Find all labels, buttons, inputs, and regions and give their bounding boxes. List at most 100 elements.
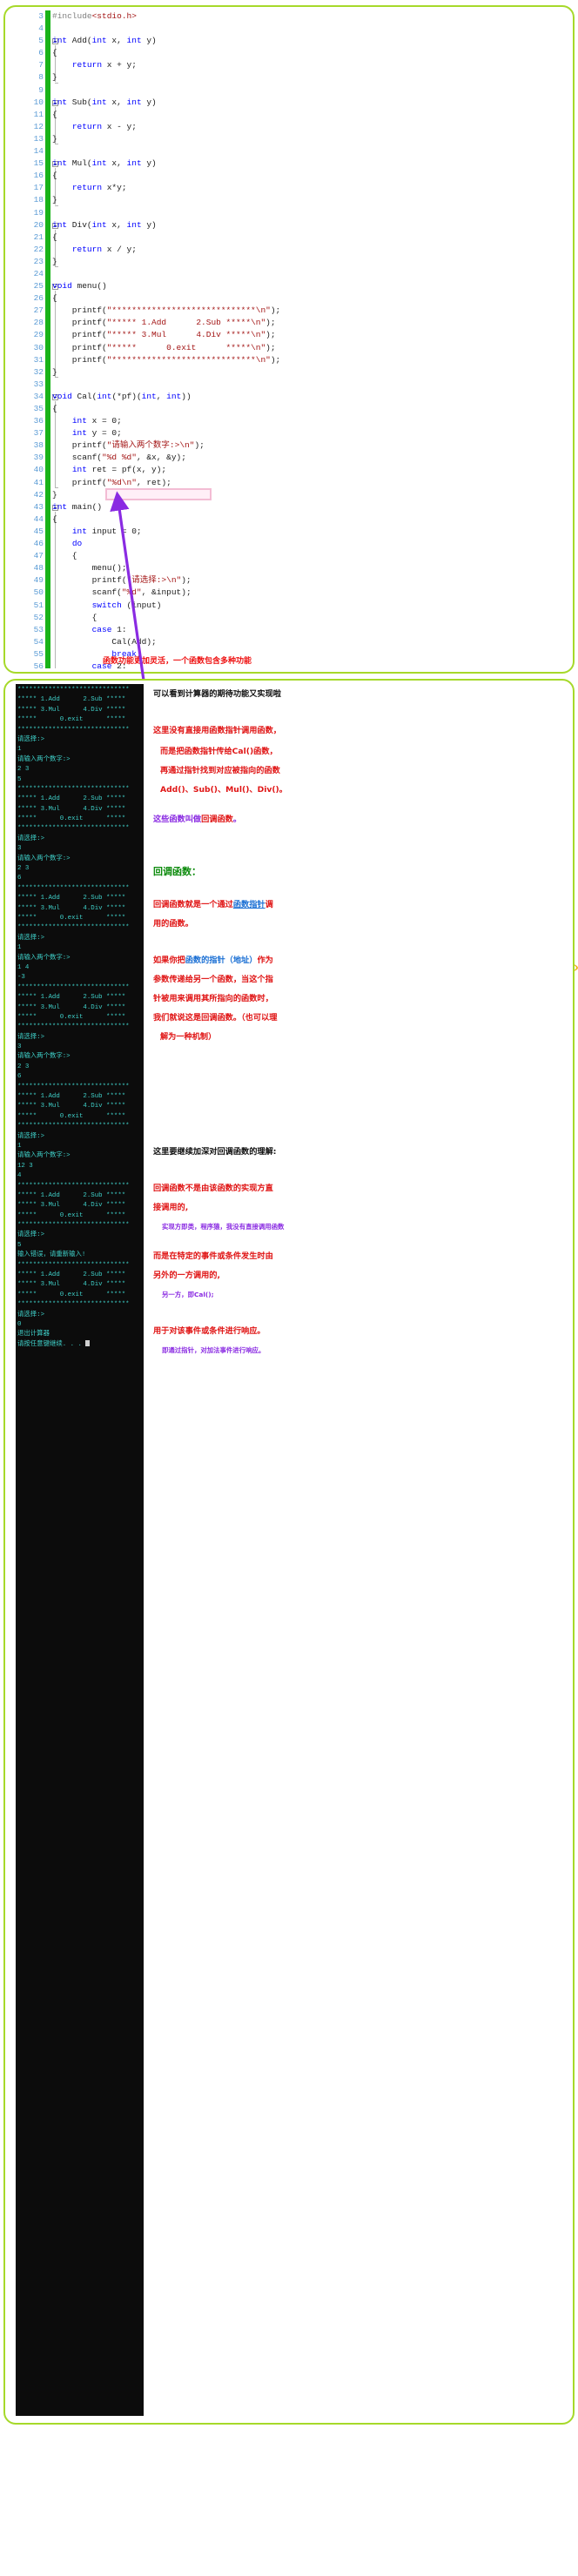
console-line: 3 (17, 845, 22, 853)
console-line: ***** 3.Mul 4.Div ***** (17, 805, 126, 813)
line-number: 32 (33, 366, 44, 377)
console-line: ***** 0.exit ***** (17, 1013, 126, 1021)
line-number: 40 (33, 465, 44, 475)
code-line: int Sub(int x, int y) (52, 97, 157, 107)
console-line: 5 (17, 775, 22, 783)
code-line: int y = 0; (71, 428, 122, 439)
note-triggered-line2: 另外的一方调用的, (153, 1271, 220, 1280)
console-line: ***** 3.Mul 4.Div ***** (17, 1003, 126, 1011)
code-line: { (52, 48, 57, 58)
console-line: ***** 0.exit ***** (17, 815, 126, 823)
console-line: 4 (17, 1172, 22, 1180)
code-line: scanf("%d %d", &x, &y); (52, 453, 186, 463)
console-line: ***** 0.exit ***** (17, 1112, 126, 1120)
note-def-a: 回调函数就是一个通过 (153, 900, 233, 909)
line-number: 55 (33, 648, 44, 659)
console-line: 请输入两个数字:> (17, 1152, 71, 1160)
console-line: ***** 0.exit ***** (17, 716, 126, 724)
line-number: 46 (33, 539, 44, 549)
code-line: { (52, 404, 57, 413)
note-callback-term: 这些函数叫做回调函数。 (153, 813, 241, 827)
console-line: 1 4 (17, 963, 30, 971)
line-number: 53 (33, 624, 44, 634)
line-number: 14 (33, 146, 44, 157)
console-line: ***************************** (17, 1301, 130, 1309)
note-section-title: 回调函数： (153, 866, 201, 877)
line-number: 5 (38, 36, 44, 46)
code-line: return x / y; (71, 244, 137, 254)
code-line: int x = 0; (71, 416, 122, 426)
console-line: 请选择:> (17, 1311, 45, 1318)
note-explain-line2: 参数传递给另一个函数，当这个指 (153, 975, 273, 984)
line-number: 51 (33, 600, 44, 610)
line-number: 9 (38, 84, 44, 95)
code-line: { (52, 231, 57, 242)
console-line: 2 3 (17, 766, 30, 774)
console-line: ***** 0.exit ***** (17, 914, 126, 922)
console-line: ***** 1.Add 2.Sub ***** (17, 696, 126, 704)
line-number: 10 (33, 97, 44, 107)
console-line: 3 (17, 1043, 22, 1051)
console-line: ***** 1.Add 2.Sub ***** (17, 1093, 126, 1101)
note-triggered-line1: 而是在特定的事件或条件发生时由 (153, 1251, 273, 1261)
console-line: ***************************** (17, 726, 130, 734)
line-number: 16 (33, 171, 44, 181)
line-number: 48 (33, 563, 44, 574)
console-line: 请选择:> (17, 1231, 45, 1239)
line-number: 38 (33, 440, 44, 451)
code-line: printf("*****************************\n"… (52, 305, 281, 316)
note-callback-keyword: 回调函数 (201, 815, 233, 824)
note-result: 可以看到计算器的期待功能又实现啦 (153, 689, 281, 699)
console-line: ***** 1.Add 2.Sub ***** (17, 1191, 126, 1199)
line-number: 49 (33, 575, 44, 586)
line-number: 28 (33, 318, 44, 328)
code-line: void menu() (52, 281, 107, 292)
code-line: printf("*****************************\n"… (52, 354, 281, 365)
console-line: 1 (17, 1142, 22, 1150)
console-line: 1 (17, 746, 22, 754)
line-number: 33 (33, 379, 44, 389)
code-line: { (52, 293, 57, 304)
code-line: int ret = pf(x, y); (71, 465, 167, 475)
console-line: ***************************** (17, 1083, 130, 1090)
console-line: 请选择:> (17, 735, 45, 743)
line-number: 45 (33, 526, 44, 536)
line-number: 18 (33, 195, 44, 205)
line-number: 31 (33, 354, 44, 365)
console-line: ***************************** (17, 1261, 130, 1269)
console-line: ***************************** (17, 983, 130, 991)
console-line: ***** 3.Mul 4.Div ***** (17, 1281, 126, 1289)
line-number-gutter: 3 4 5 6 7 8 9 10 11 12 13 14 15 16 17 18 19 20 21 22 23 24 25 2… (21, 10, 44, 668)
console-line: ***** 3.Mul 4.Div ***** (17, 1103, 126, 1110)
line-number: 36 (33, 416, 44, 426)
code-line: } (52, 195, 57, 205)
console-line: -3 (17, 974, 25, 982)
line-number: 23 (33, 256, 44, 266)
line-number: 13 (33, 133, 44, 144)
console-line: ***************************** (17, 1222, 130, 1230)
line-number: 42 (33, 489, 44, 500)
line-number: 47 (33, 551, 44, 561)
note-explain-line3: 针被用来调用其所指向的函数时， (153, 994, 273, 1003)
line-number: 21 (33, 231, 44, 242)
code-line: { (52, 109, 57, 119)
console-line: 2 3 (17, 1063, 30, 1070)
console-line: ***************************** (17, 687, 130, 694)
note-definition-line2: 用的函数。 (153, 919, 193, 929)
line-number: 8 (38, 72, 44, 83)
code-line: } (52, 366, 57, 377)
note-callback-prefix: 这些函数叫做 (153, 815, 202, 824)
code-line: int Div(int x, int y) (52, 219, 157, 230)
console-line: ***** 0.exit ***** (17, 1211, 126, 1219)
console-line: 请选择:> (17, 835, 45, 842)
console-line: 请输入两个数字:> (17, 855, 71, 862)
line-number: 41 (33, 477, 44, 487)
note-respond: 用于对该事件或条件进行响应。 (153, 1326, 265, 1336)
line-number: 27 (33, 305, 44, 316)
note-explain-line5: 解为一种机制） (160, 1032, 217, 1042)
console-line: 2 3 (17, 865, 30, 873)
